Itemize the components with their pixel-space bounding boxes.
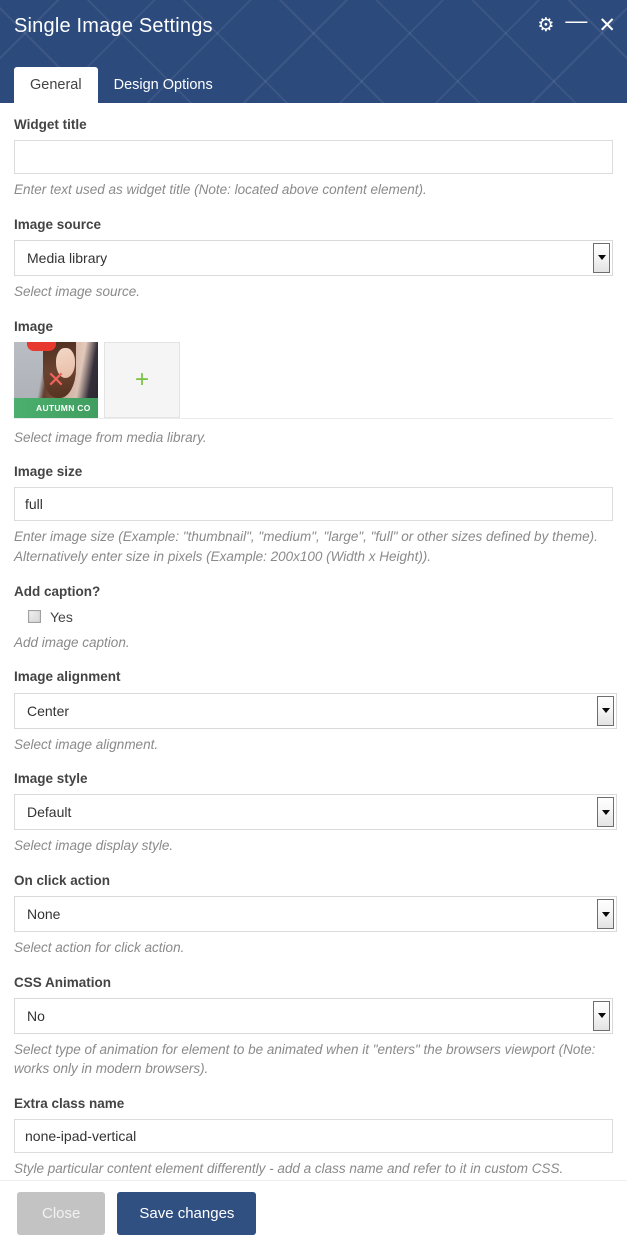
- image-style-label: Image style: [14, 771, 88, 787]
- image-style-description: Select image display style.: [14, 838, 174, 854]
- css-animation-description: Select type of animation for element to …: [14, 1041, 596, 1077]
- remove-image-icon[interactable]: ✕: [47, 368, 65, 391]
- image-source-description: Select image source.: [14, 283, 141, 299]
- image-picker: AUTUMN CO ✕ +: [14, 341, 613, 419]
- image-style-select[interactable]: Default: [14, 794, 617, 831]
- field-image-source: Image source Media library Select image …: [14, 217, 613, 302]
- add-caption-checkbox[interactable]: [28, 610, 41, 624]
- image-source-value: Media library: [27, 249, 108, 266]
- plus-icon: +: [134, 365, 149, 393]
- image-description: Select image from media library.: [14, 429, 207, 445]
- field-image-alignment: Image alignment Center Select image alig…: [14, 669, 617, 754]
- image-alignment-value: Center: [27, 702, 70, 719]
- image-size-description: Enter image size (Example: "thumbnail", …: [14, 529, 598, 564]
- on-click-action-description: Select action for click action.: [14, 940, 185, 955]
- on-click-action-label: On click action: [14, 872, 111, 888]
- close-button[interactable]: Close: [17, 1192, 106, 1235]
- css-animation-value: No: [27, 1007, 45, 1024]
- field-css-animation: CSS Animation No Select type of animatio…: [14, 975, 613, 1079]
- field-extra-class-name: Extra class name Style particular conten…: [14, 1096, 613, 1179]
- modal-header: Single Image Settings ⚙ — ✕ General Desi…: [0, 0, 627, 103]
- close-icon[interactable]: ✕: [598, 15, 616, 36]
- thumbnail-banner-text: AUTUMN CO: [36, 402, 91, 413]
- widget-title-label: Widget title: [14, 117, 87, 132]
- image-source-select[interactable]: Media library: [14, 239, 613, 276]
- image-size-label: Image size: [14, 464, 83, 480]
- settings-form: Widget title Enter text used as widget t…: [0, 103, 627, 1180]
- extra-class-name-label: Extra class name: [14, 1095, 125, 1111]
- window-controls: ⚙ — ✕: [537, 10, 616, 36]
- add-caption-checkbox-label[interactable]: Yes: [50, 609, 73, 625]
- field-image-style: Image style Default Select image display…: [14, 771, 617, 856]
- image-alignment-description: Select image alignment.: [14, 736, 159, 752]
- css-animation-select[interactable]: No: [14, 997, 613, 1034]
- chevron-down-icon[interactable]: [597, 797, 614, 828]
- page-title: Single Image Settings: [14, 15, 213, 37]
- field-image: Image AUTUMN CO ✕ + Select image from me…: [14, 319, 613, 448]
- widget-title-description: Enter text used as widget title (Note: l…: [14, 182, 427, 198]
- chevron-down-icon[interactable]: [593, 242, 610, 273]
- image-label: Image: [14, 318, 54, 334]
- single-image-settings-modal: Single Image Settings ⚙ — ✕ General Desi…: [0, 0, 627, 1246]
- image-thumbnail[interactable]: AUTUMN CO ✕: [14, 341, 98, 418]
- image-alignment-label: Image alignment: [14, 669, 121, 685]
- extra-class-name-description: Style particular content element differe…: [14, 1161, 564, 1177]
- extra-class-name-input[interactable]: [14, 1119, 613, 1154]
- image-source-label: Image source: [14, 216, 102, 232]
- field-image-size: Image size Enter image size (Example: "t…: [14, 464, 613, 566]
- css-animation-label: CSS Animation: [14, 974, 112, 990]
- image-alignment-select[interactable]: Center: [14, 692, 617, 729]
- add-caption-checkbox-row[interactable]: Yes: [14, 607, 613, 627]
- image-size-input[interactable]: [14, 487, 613, 522]
- widget-title-input[interactable]: [14, 140, 613, 175]
- field-widget-title: Widget title Enter text used as widget t…: [14, 117, 613, 200]
- on-click-action-select[interactable]: None: [14, 896, 617, 932]
- add-image-button[interactable]: +: [104, 341, 180, 418]
- tab-general[interactable]: General: [14, 66, 98, 103]
- gear-icon[interactable]: ⚙: [537, 16, 554, 35]
- on-click-action-value: None: [27, 906, 61, 922]
- modal-footer: Close Save changes: [0, 1180, 627, 1246]
- thumbnail-red-accent: [27, 341, 56, 351]
- field-add-caption: Add caption? Yes Add image caption.: [14, 584, 613, 653]
- minimize-icon[interactable]: —: [565, 10, 587, 32]
- save-changes-button[interactable]: Save changes: [117, 1192, 257, 1235]
- chevron-down-icon[interactable]: [597, 695, 614, 726]
- thumbnail-banner: AUTUMN CO: [14, 397, 98, 418]
- tab-design-options[interactable]: Design Options: [98, 67, 229, 104]
- chevron-down-icon[interactable]: [597, 899, 614, 929]
- image-style-value: Default: [27, 804, 72, 821]
- add-caption-description: Add image caption.: [14, 634, 130, 650]
- field-on-click-action: On click action None Select action for c…: [14, 872, 617, 958]
- add-caption-label: Add caption?: [14, 583, 101, 599]
- chevron-down-icon[interactable]: [593, 1000, 610, 1031]
- tab-bar: General Design Options: [14, 66, 229, 104]
